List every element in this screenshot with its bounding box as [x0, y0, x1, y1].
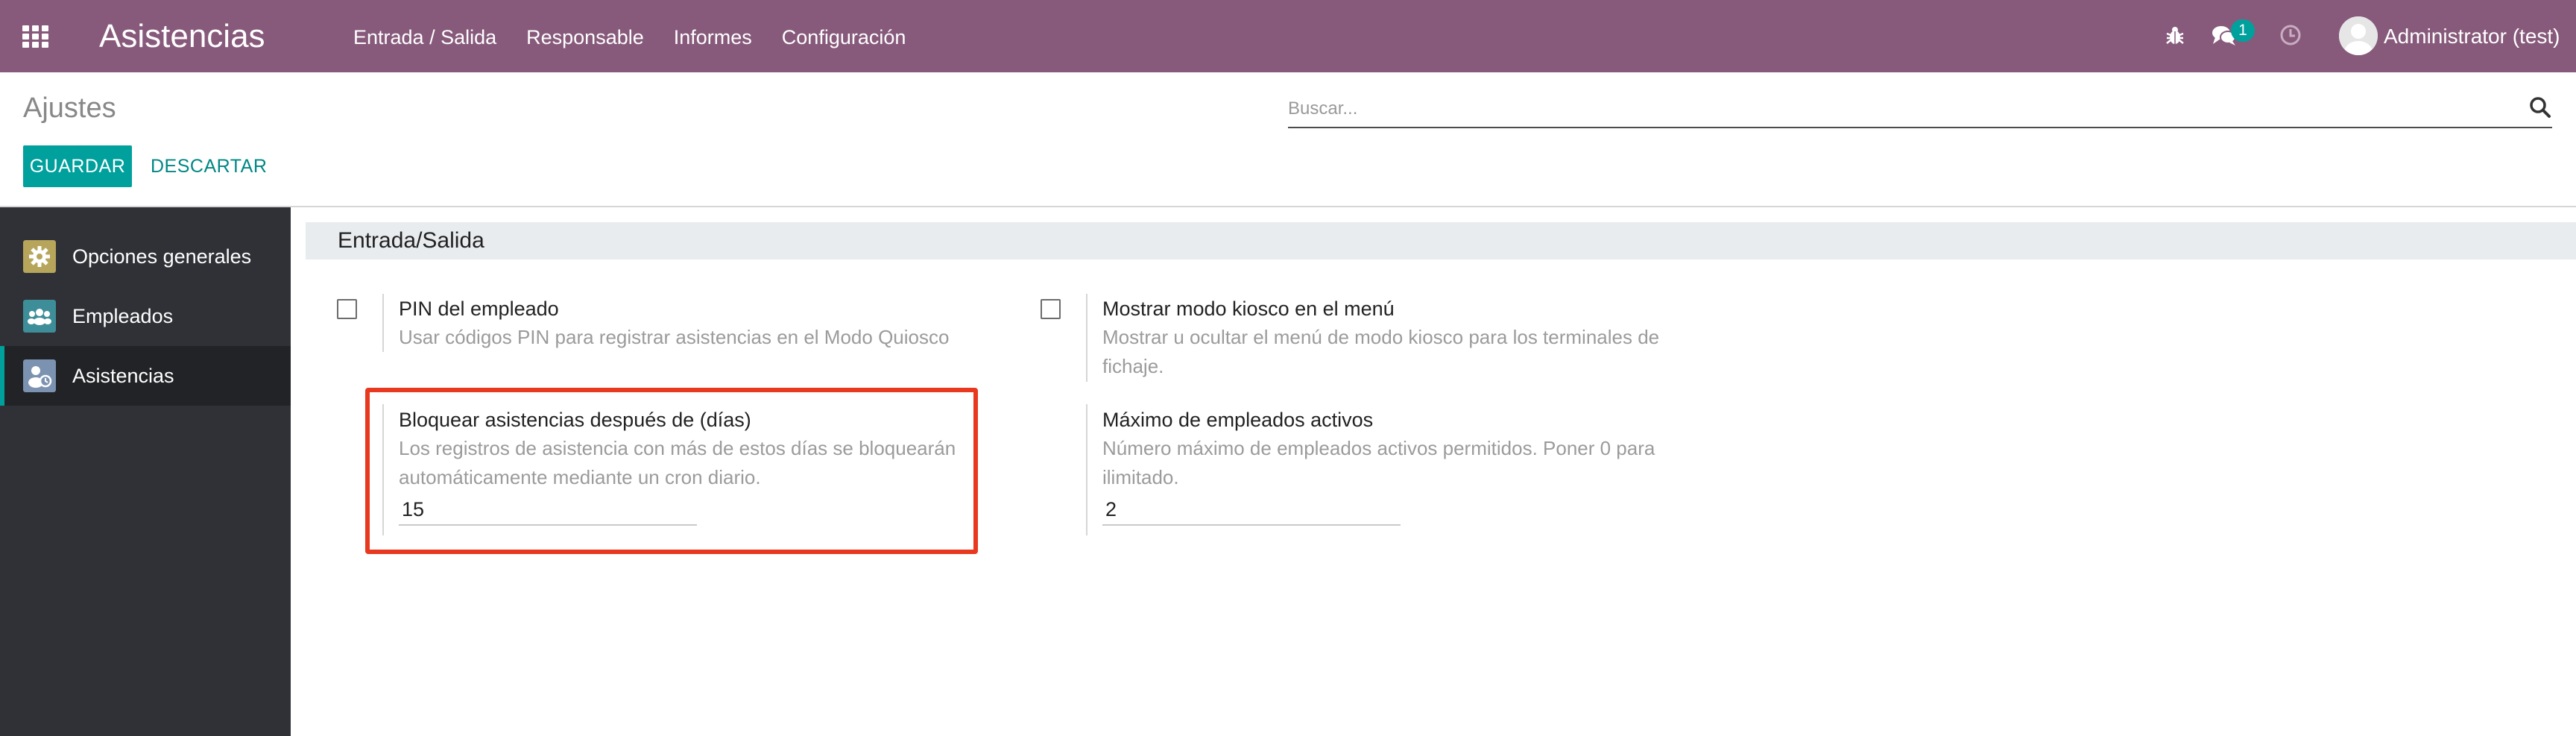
setting-desc-lock: Los registros de asistencia con más de e…: [399, 437, 956, 488]
setting-title-lock: Bloquear asistencias después de (días): [399, 409, 751, 431]
section-title: Entrada/Salida: [338, 228, 484, 253]
activity-clock-icon[interactable]: [2279, 23, 2302, 47]
sidebar-item-asistencias[interactable]: Asistencias: [0, 346, 291, 406]
section-header: Entrada/Salida: [306, 222, 2576, 260]
setting-title-pin: PIN del empleado: [399, 298, 559, 320]
lock-days-input[interactable]: [399, 494, 697, 526]
sidebar-item-label: Opciones generales: [72, 245, 252, 268]
save-button[interactable]: GUARDAR: [23, 145, 132, 187]
menu-item-informes[interactable]: Informes: [674, 25, 752, 50]
settings-sidebar: Opciones generales Empleados Asistencias: [0, 207, 291, 736]
gear-icon: [23, 240, 56, 273]
sidebar-item-label: Asistencias: [72, 365, 174, 387]
apps-menu-icon[interactable]: [22, 25, 51, 48]
menu-item-entrada-salida[interactable]: Entrada / Salida: [353, 25, 496, 50]
search-box: [1288, 89, 2552, 128]
main-menu: Entrada / Salida Responsable Informes Co…: [353, 25, 906, 50]
menu-item-configuracion[interactable]: Configuración: [782, 25, 906, 50]
users-icon: [23, 300, 56, 333]
setting-desc-kiosk: Mostrar u ocultar el menú de modo kiosco…: [1102, 326, 1660, 377]
discard-button[interactable]: DESCARTAR: [143, 145, 274, 187]
debug-bug-icon[interactable]: [2164, 25, 2186, 47]
page-title: Ajustes: [23, 92, 116, 124]
setting-title-kiosk: Mostrar modo kiosco en el menú: [1102, 298, 1395, 320]
pin-checkbox[interactable]: [337, 299, 357, 319]
top-navbar: Asistencias Entrada / Salida Responsable…: [0, 0, 2576, 72]
user-menu-name[interactable]: Administrator (test): [2384, 23, 2560, 50]
search-input[interactable]: [1288, 95, 2496, 122]
messages-count-badge: 1: [2231, 19, 2255, 42]
setting-divider: [1086, 404, 1087, 535]
setting-desc-max-employees: Número máximo de empleados activos permi…: [1102, 437, 1655, 488]
sidebar-item-label: Empleados: [72, 305, 174, 327]
menu-item-responsable[interactable]: Responsable: [526, 25, 644, 50]
setting-divider: [1086, 294, 1087, 382]
sidebar-item-empleados[interactable]: Empleados: [0, 286, 291, 346]
user-avatar[interactable]: [2339, 16, 2378, 55]
attendance-icon: [23, 359, 56, 392]
setting-divider: [382, 404, 384, 535]
setting-desc-pin: Usar códigos PIN para registrar asistenc…: [399, 326, 950, 348]
search-icon[interactable]: [2528, 95, 2552, 119]
control-panel-divider: [0, 206, 2576, 207]
sidebar-item-opciones-generales[interactable]: Opciones generales: [0, 227, 291, 286]
setting-title-max-employees: Máximo de empleados activos: [1102, 409, 1374, 431]
app-title: Asistencias: [99, 18, 265, 54]
max-employees-input[interactable]: [1102, 494, 1401, 526]
setting-divider: [382, 294, 384, 352]
kiosk-menu-checkbox[interactable]: [1041, 299, 1061, 319]
